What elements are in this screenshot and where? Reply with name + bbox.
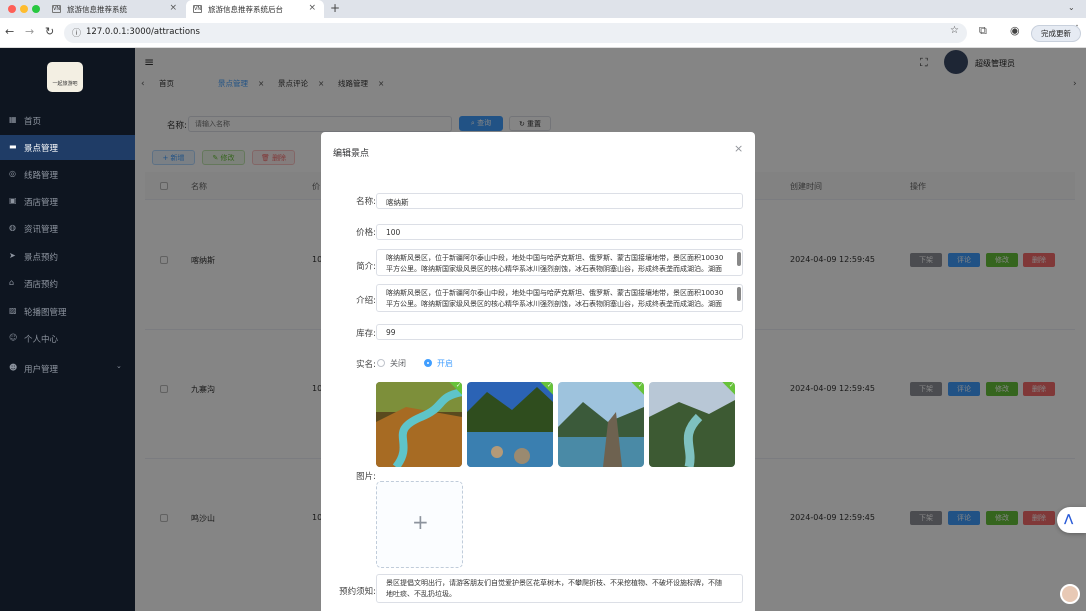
app-logo: 一起旅游吧: [47, 62, 83, 92]
dialog-title: 编辑景点: [333, 149, 370, 159]
landscape-photo-icon: [649, 382, 735, 467]
tab-favicon-icon: VN: [193, 5, 202, 13]
tab-list-chevron-icon[interactable]: ⌄: [1068, 3, 1075, 12]
price-field[interactable]: 100: [376, 224, 743, 240]
forward-icon[interactable]: →: [25, 25, 34, 38]
uploaded-image[interactable]: ✓: [558, 382, 644, 467]
browser-tab-active[interactable]: VN 旅游信息推荐系统后台 ×: [186, 0, 324, 18]
realname-off-radio[interactable]: [377, 359, 385, 367]
chevron-down-icon: ⌄: [116, 362, 122, 370]
grid-icon: ▦: [9, 115, 17, 124]
minimize-window-button[interactable]: [20, 5, 28, 13]
new-tab-icon[interactable]: +: [330, 1, 340, 15]
browser-tab-bar: VN 旅游信息推荐系统 × VN 旅游信息推荐系统后台 × + ⌄: [0, 0, 1086, 18]
close-tab-icon[interactable]: ×: [308, 3, 316, 13]
stock-field[interactable]: 99: [376, 324, 743, 340]
bookmark-star-icon[interactable]: ☆: [950, 25, 959, 36]
users-icon: ☻: [9, 363, 18, 372]
sidebar: ▦ 首页 ▬ 景点管理 ◎ 线路管理 ▣ 酒店管理 ◍ 资讯管理 ➤ 景点预约 ⌂ 酒店预约 …: [0, 48, 135, 611]
reload-icon[interactable]: ↻: [45, 25, 54, 38]
sidebar-item-attractions[interactable]: ▬ 景点管理: [0, 135, 135, 160]
profile-icon[interactable]: ◉: [1010, 24, 1020, 37]
tab-favicon-icon: VN: [52, 5, 61, 13]
landscape-photo-icon: [467, 382, 553, 467]
browser-tab[interactable]: VN 旅游信息推荐系统 ×: [45, 0, 185, 18]
check-icon: ✓: [546, 382, 552, 389]
url-field[interactable]: ⓘ 127.0.0.1:3000/attractions ☆: [64, 23, 967, 43]
sidebar-item-carousel[interactable]: ▨ 轮播图管理: [0, 299, 135, 324]
home-icon: ⌂: [9, 278, 15, 287]
update-button[interactable]: 完成更新: [1031, 25, 1081, 42]
back-icon[interactable]: ←: [5, 25, 14, 38]
brief-textarea[interactable]: 喀纳斯风景区，位于新疆阿尔泰山中段，地处中国与哈萨克斯坦、俄罗斯、蒙古国接壤地带…: [376, 249, 743, 276]
sidebar-item-profile[interactable]: ☺ 个人中心: [0, 326, 135, 351]
chat-avatar-widget[interactable]: [1060, 584, 1080, 604]
check-icon: ✓: [637, 382, 643, 389]
address-bar-row: ← → ↻ ⓘ 127.0.0.1:3000/attractions ☆ ⧉ ◉…: [0, 18, 1086, 48]
close-icon[interactable]: ×: [734, 142, 743, 155]
notice-textarea[interactable]: 景区提倡文明出行，请游客朋友们自觉爱护景区花草树木，不攀爬折枝、不采挖植物、不破…: [376, 574, 743, 603]
sidebar-item-hotel-booking[interactable]: ⌂ 酒店预约: [0, 271, 135, 296]
close-tab-icon[interactable]: ×: [169, 3, 177, 13]
realname-on-radio[interactable]: [424, 359, 432, 367]
sidebar-item-attraction-booking[interactable]: ➤ 景点预约: [0, 244, 135, 269]
sidebar-item-home[interactable]: ▦ 首页: [0, 108, 135, 133]
intro-textarea[interactable]: 喀纳斯风景区，位于新疆阿尔泰山中段，地处中国与哈萨克斯坦、俄罗斯、蒙古国接壤地带…: [376, 284, 743, 312]
news-icon: ◍: [9, 223, 16, 232]
route-icon: ◎: [9, 169, 16, 178]
textarea-scrollbar[interactable]: [737, 252, 741, 266]
assistant-logo-icon: ⋀: [1064, 512, 1074, 525]
sidebar-item-news[interactable]: ◍ 资讯管理: [0, 216, 135, 241]
site-info-icon[interactable]: ⓘ: [72, 26, 81, 39]
extensions-icon[interactable]: ⧉: [979, 24, 987, 38]
sidebar-item-routes[interactable]: ◎ 线路管理: [0, 162, 135, 187]
image-upload-button[interactable]: +: [376, 481, 463, 568]
check-icon: ✓: [455, 382, 461, 389]
image-icon: ▨: [9, 306, 17, 315]
maximize-window-button[interactable]: [32, 5, 40, 13]
plus-icon: +: [412, 510, 429, 534]
check-icon: ✓: [728, 382, 734, 389]
hotel-icon: ▣: [9, 196, 17, 205]
send-icon: ➤: [9, 251, 16, 260]
name-field[interactable]: 喀纳斯: [376, 193, 743, 209]
textarea-scrollbar[interactable]: [737, 287, 741, 301]
sidebar-item-users[interactable]: ☻ 用户管理 ⌄: [0, 356, 135, 381]
uploaded-image[interactable]: ✓: [467, 382, 553, 467]
uploaded-image[interactable]: ✓: [649, 382, 735, 467]
uploaded-image[interactable]: ✓: [376, 382, 462, 467]
landscape-photo-icon: [376, 382, 462, 467]
edit-attraction-dialog: 编辑景点 × 名称: 喀纳斯 价格: 100 简介: 喀纳斯风景区，位于新疆阿尔…: [321, 132, 755, 611]
user-icon: ☺: [9, 333, 18, 342]
id-card-icon: ▬: [9, 142, 17, 151]
sidebar-item-hotels[interactable]: ▣ 酒店管理: [0, 189, 135, 214]
assistant-widget[interactable]: ⋀: [1057, 507, 1086, 533]
landscape-photo-icon: [558, 382, 644, 467]
close-window-button[interactable]: [8, 5, 16, 13]
